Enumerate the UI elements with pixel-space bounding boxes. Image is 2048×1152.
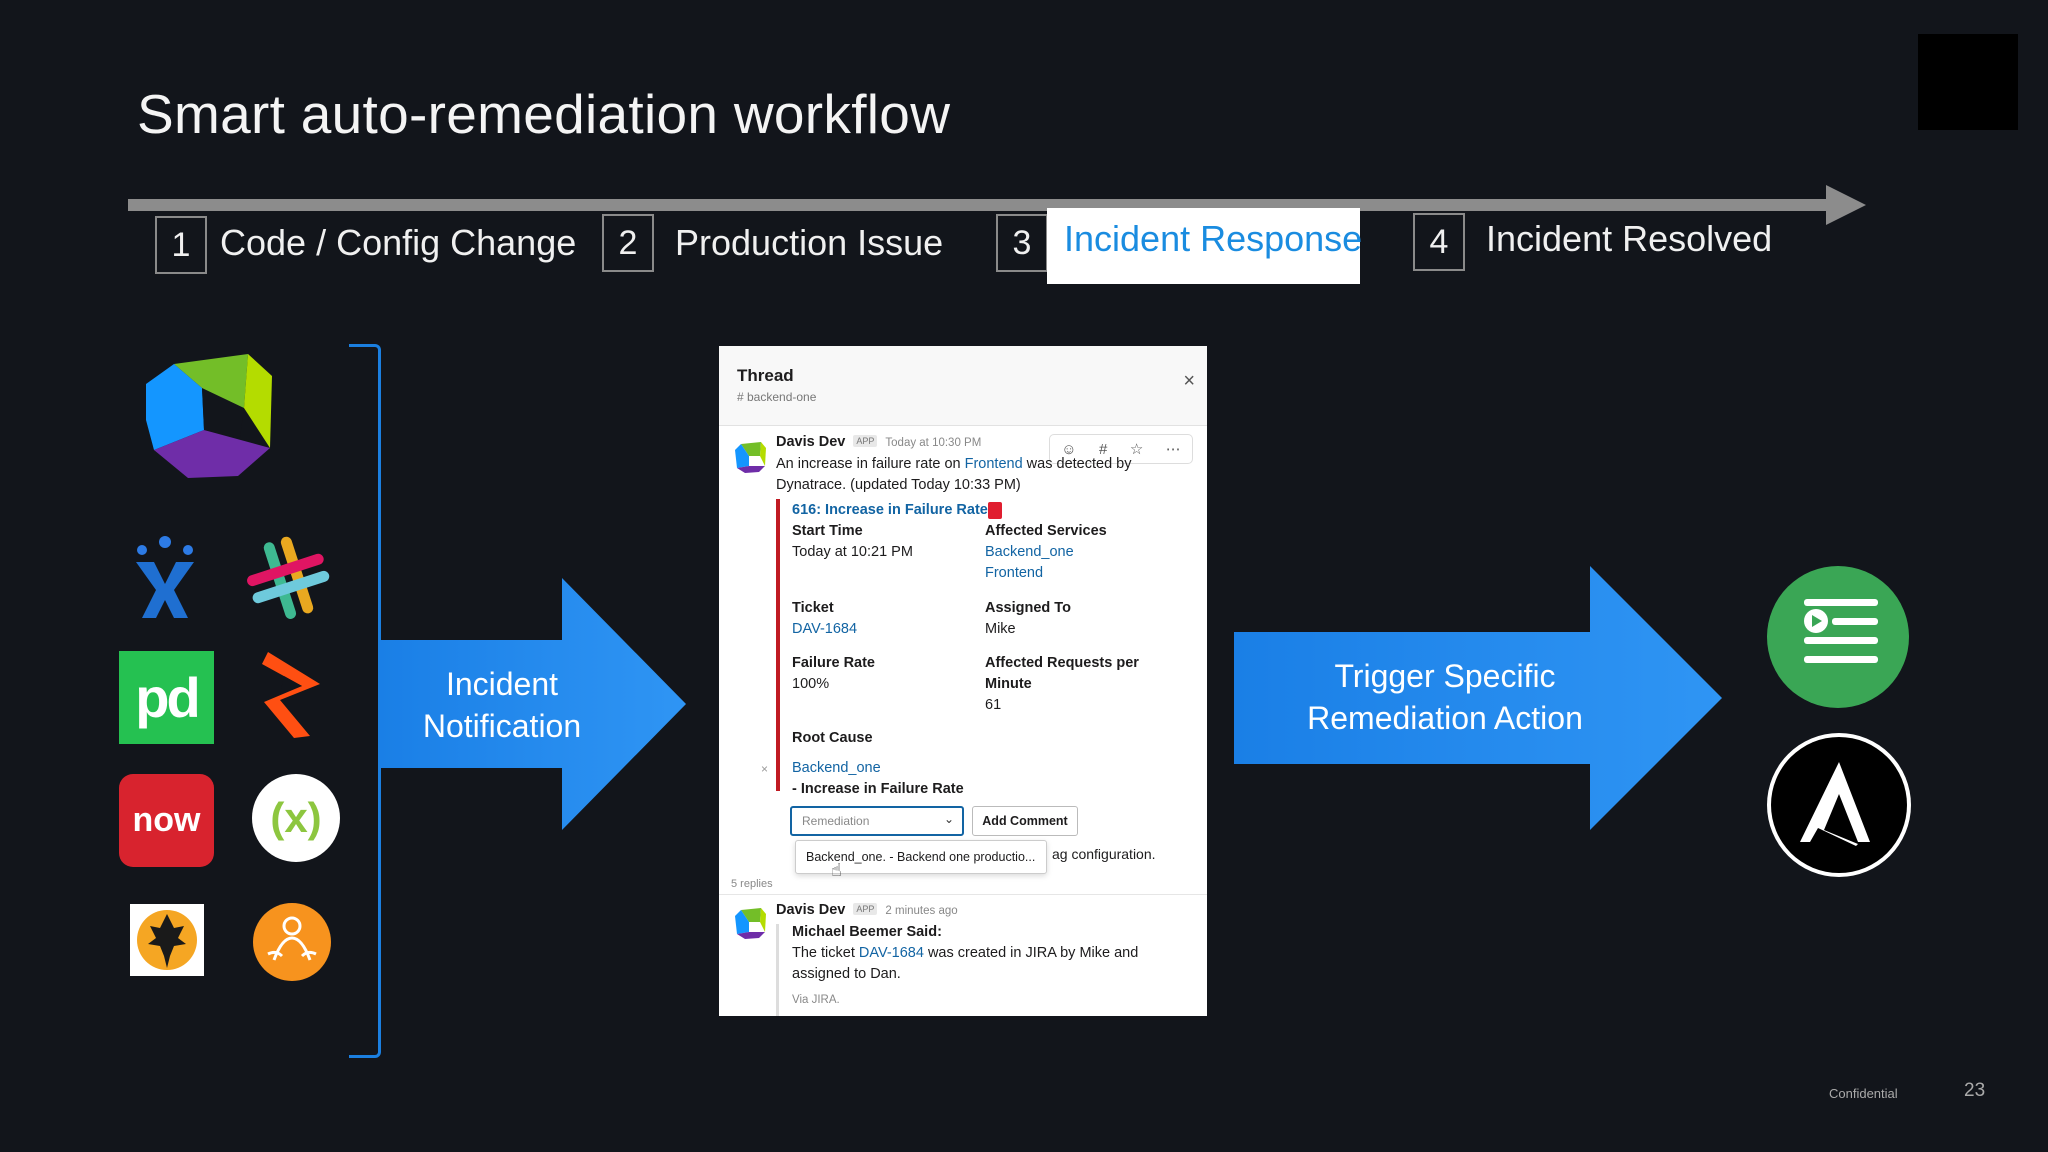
start-time-label: Start Time	[792, 523, 863, 539]
message-1-app-tag: APP	[853, 435, 878, 447]
share-channel-icon[interactable]: #	[1099, 441, 1107, 458]
thread-header: Thread # backend-one ×	[719, 346, 1207, 426]
affected-requests-label-1: Affected Requests per	[985, 655, 1139, 671]
root-cause-link[interactable]: Backend_one	[792, 760, 881, 776]
emoji-reaction-icon[interactable]: ☺	[1061, 441, 1076, 458]
confidential-label: Confidential	[1829, 1086, 1898, 1101]
trailing-text: ag configuration.	[1052, 846, 1156, 862]
problem-link[interactable]: 616: Increase in Failure Rate	[792, 502, 988, 518]
arrow-left-line-1: Incident	[445, 666, 559, 702]
dismiss-icon[interactable]: ×	[761, 762, 768, 776]
ansible-logo	[1767, 733, 1911, 877]
thread-title: Thread	[737, 366, 794, 385]
victorops-logo	[130, 904, 204, 976]
message-1-header: Davis Dev APP Today at 10:30 PM	[776, 434, 981, 450]
message-2-line-1: Michael Beemer Said:	[792, 924, 942, 940]
message-1-line-1-pre: An increase in failure rate on	[776, 456, 965, 472]
star-icon[interactable]: ☆	[1130, 440, 1143, 458]
affected-requests-value: 61	[985, 697, 1002, 713]
dynatrace-logo	[146, 354, 272, 478]
message-2-line-3: assigned to Dan.	[792, 966, 901, 982]
davis-avatar-icon-2	[735, 908, 766, 939]
ticket-label: Ticket	[792, 600, 834, 616]
replies-divider	[719, 894, 1207, 895]
failure-rate-value: 100%	[792, 676, 830, 692]
message-2-author[interactable]: Davis Dev	[776, 902, 845, 918]
opsgenie-logo	[262, 652, 320, 738]
frontend-link[interactable]: Frontend	[965, 456, 1023, 472]
step-4-label: Incident Resolved	[1486, 218, 1773, 259]
step-2-number: 2	[602, 214, 654, 272]
message-2-quote-bar	[776, 924, 779, 1016]
corner-box	[1918, 34, 2018, 130]
close-icon[interactable]: ×	[1183, 370, 1195, 393]
message-2-line-2: The ticket DAV-1684 was created in JIRA …	[792, 945, 1138, 961]
pointer-cursor-icon: ☝	[831, 860, 842, 880]
slide-title: Smart auto-remediation workflow	[137, 83, 951, 145]
message-2-time[interactable]: 2 minutes ago	[885, 905, 957, 917]
davis-avatar-icon	[735, 442, 766, 473]
page-number: 23	[1964, 1080, 1986, 1101]
remediation-placeholder: Remediation	[802, 814, 870, 828]
trigger-remediation-label: Trigger Specific Remediation Action	[1265, 656, 1625, 739]
timeline-arrowhead	[1826, 185, 1866, 225]
step-4-number: 4	[1413, 213, 1465, 271]
message-1-line-1-post: was detected by	[1022, 456, 1132, 472]
thread-channel: # backend-one	[737, 390, 817, 404]
ticket-link-2[interactable]: DAV-1684	[859, 945, 924, 961]
pagerduty-logo: pd	[119, 651, 214, 744]
affected-service-frontend[interactable]: Frontend	[985, 565, 1043, 581]
message-2-header: Davis Dev APP 2 minutes ago	[776, 902, 958, 918]
timeline-line	[128, 199, 1828, 211]
chevron-down-icon: ⌄	[943, 812, 954, 826]
alert-badge-icon	[988, 502, 1002, 519]
step-3-label: Incident Response	[1064, 218, 1363, 259]
message-1-author[interactable]: Davis Dev	[776, 434, 845, 450]
arrow-right-line-1: Trigger Specific	[1334, 658, 1556, 694]
step-1-number: 1	[155, 216, 207, 274]
logo-bracket	[349, 344, 381, 1058]
zen-logo	[253, 903, 331, 981]
victorops-leaf-icon	[137, 910, 197, 970]
message-1-time[interactable]: Today at 10:30 PM	[885, 437, 981, 449]
servicenow-logo: now	[119, 774, 214, 867]
remediation-select[interactable]: Remediation ⌄	[790, 806, 964, 836]
affected-requests-label-2: Minute	[985, 676, 1032, 692]
replies-count[interactable]: 5 replies	[731, 878, 773, 890]
arrow-left-line-2: Notification	[422, 707, 582, 744]
message-1-line-1: An increase in failure rate on Frontend …	[776, 456, 1131, 472]
step-3-number: 3	[996, 214, 1048, 272]
step-3-active-box: Incident Response	[1047, 208, 1363, 284]
slack-thread-panel: Thread # backend-one × Davis Dev APP Tod…	[719, 346, 1207, 1016]
message-2-via: Via JIRA.	[792, 994, 840, 1006]
message-2-app-tag: APP	[853, 903, 878, 915]
root-cause-detail: - Increase in Failure Rate	[792, 781, 964, 797]
incident-notification-label: Incident Notification	[392, 664, 612, 747]
assigned-label: Assigned To	[985, 600, 1071, 616]
slack-logo	[247, 536, 330, 619]
arrow-right-line-2: Remediation Action	[1307, 699, 1583, 736]
assigned-value: Mike	[985, 621, 1016, 637]
more-actions-icon[interactable]: ⋯	[1166, 440, 1181, 458]
message-1-line-2: Dynatrace. (updated Today 10:33 PM)	[776, 477, 1021, 493]
affected-service-backend[interactable]: Backend_one	[985, 544, 1074, 560]
affected-services-label: Affected Services	[985, 523, 1107, 539]
xmatters-logo: (x)	[252, 774, 340, 862]
root-cause-label: Root Cause	[792, 730, 873, 746]
add-comment-button[interactable]: Add Comment	[972, 806, 1078, 836]
start-time-value: Today at 10:21 PM	[792, 544, 913, 560]
message-2-line-2-pre: The ticket	[792, 945, 859, 961]
failure-rate-label: Failure Rate	[792, 655, 875, 671]
attachment-bar	[776, 499, 780, 791]
message-2-line-2-post: was created in JIRA by Mike and	[923, 945, 1139, 961]
stackstorm-logo	[1767, 566, 1909, 708]
step-1-label: Code / Config Change	[220, 222, 577, 263]
ticket-link[interactable]: DAV-1684	[792, 621, 857, 637]
jira-logo	[136, 536, 194, 618]
step-2-label: Production Issue	[675, 222, 944, 263]
